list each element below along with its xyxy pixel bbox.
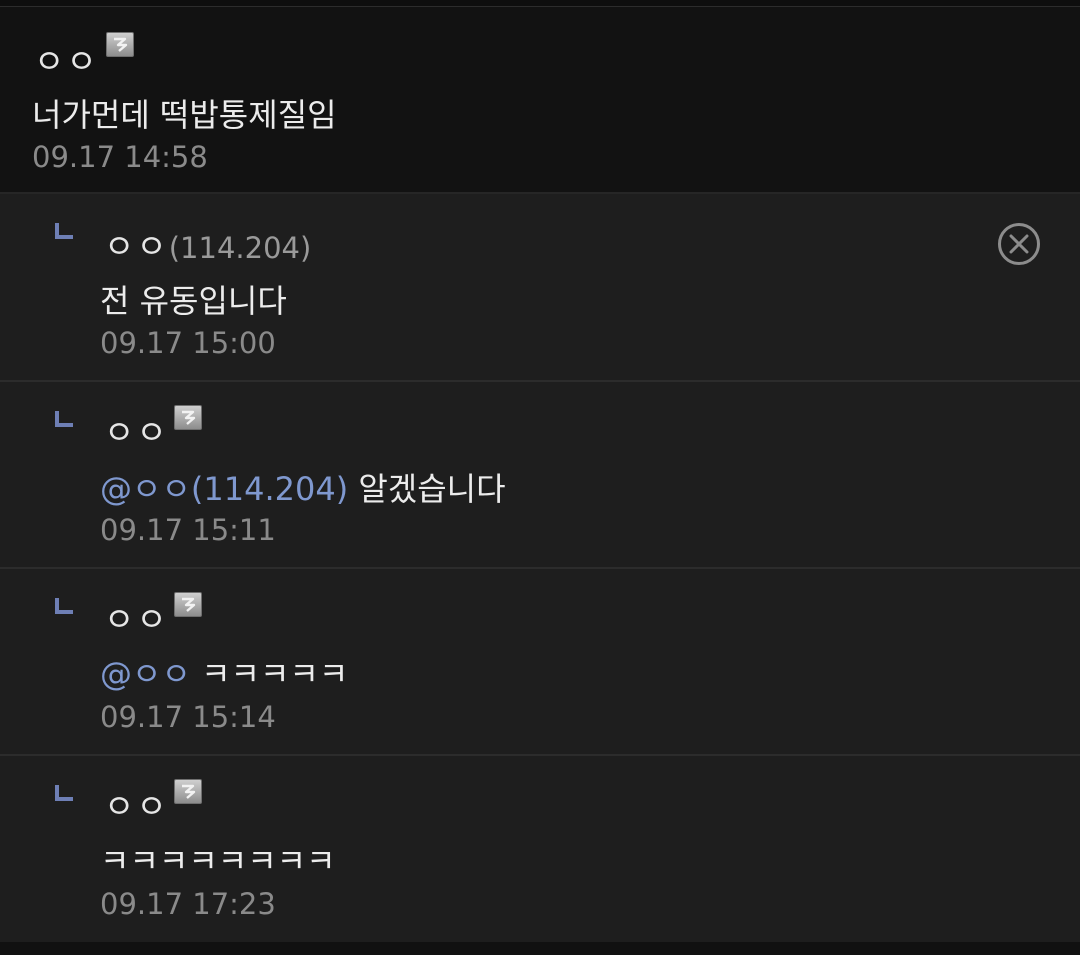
reply-text-line: @ㅇㅇ(114.204) 알겠습니다 bbox=[100, 464, 506, 510]
reply-text-line: @ㅇㅇ ㅋㅋㅋㅋㅋ bbox=[100, 649, 348, 695]
comment-nickname[interactable]: ㅇㅇ bbox=[34, 35, 99, 83]
mention-link[interactable]: @ㅇㅇ(114.204) bbox=[100, 470, 348, 508]
reply-nickname[interactable]: ㅇㅇ bbox=[104, 406, 169, 454]
comment-timestamp: 09.17 14:58 bbox=[32, 140, 208, 174]
mention-link[interactable]: @ㅇㅇ bbox=[100, 655, 191, 693]
comment-text: 너가먼데 떡밥통제질임 bbox=[32, 96, 337, 134]
reply-text: ㅋㅋㅋㅋㅋㅋㅋㅋ bbox=[100, 842, 336, 880]
reply-nickname[interactable]: ㅇㅇ bbox=[104, 780, 169, 828]
reply-arrow-icon bbox=[55, 411, 73, 427]
reply-nickname[interactable]: ㅇㅇ bbox=[104, 593, 169, 641]
reply-item: ㅇㅇ(114.204) 전 유동입니다 09.17 15:00 bbox=[0, 194, 1080, 382]
reply-timestamp: 09.17 17:23 bbox=[100, 887, 276, 921]
reply-text: 전 유동입니다 bbox=[100, 282, 287, 320]
fixed-nick-badge-icon bbox=[174, 592, 202, 617]
fixed-nick-badge-icon bbox=[106, 32, 134, 57]
reply-item: ㅇㅇ @ㅇㅇ ㅋㅋㅋㅋㅋ 09.17 15:14 bbox=[0, 569, 1080, 756]
reply-timestamp: 09.17 15:00 bbox=[100, 326, 276, 360]
reply-item: ㅇㅇ ㅋㅋㅋㅋㅋㅋㅋㅋ 09.17 17:23 bbox=[0, 756, 1080, 944]
close-circle-icon[interactable] bbox=[996, 221, 1042, 267]
fixed-nick-badge-icon bbox=[174, 405, 202, 430]
reply-arrow-icon bbox=[55, 223, 73, 239]
reply-arrow-icon bbox=[55, 785, 73, 801]
bottom-divider bbox=[0, 942, 1080, 955]
reply-ip: (114.204) bbox=[168, 231, 312, 265]
fixed-nick-badge-icon bbox=[174, 779, 202, 804]
reply-timestamp: 09.17 15:14 bbox=[100, 700, 276, 734]
reply-timestamp: 09.17 15:11 bbox=[100, 513, 276, 547]
reply-text: 알겠습니다 bbox=[348, 470, 506, 508]
reply-arrow-icon bbox=[55, 598, 73, 614]
top-divider bbox=[0, 0, 1080, 7]
reply-text: ㅋㅋㅋㅋㅋ bbox=[190, 655, 349, 693]
comment-main: ㅇㅇ 너가먼데 떡밥통제질임 09.17 14:58 bbox=[0, 7, 1080, 194]
reply-item: ㅇㅇ @ㅇㅇ(114.204) 알겠습니다 09.17 15:11 bbox=[0, 382, 1080, 569]
reply-nickname[interactable]: ㅇㅇ(114.204) bbox=[104, 220, 311, 268]
